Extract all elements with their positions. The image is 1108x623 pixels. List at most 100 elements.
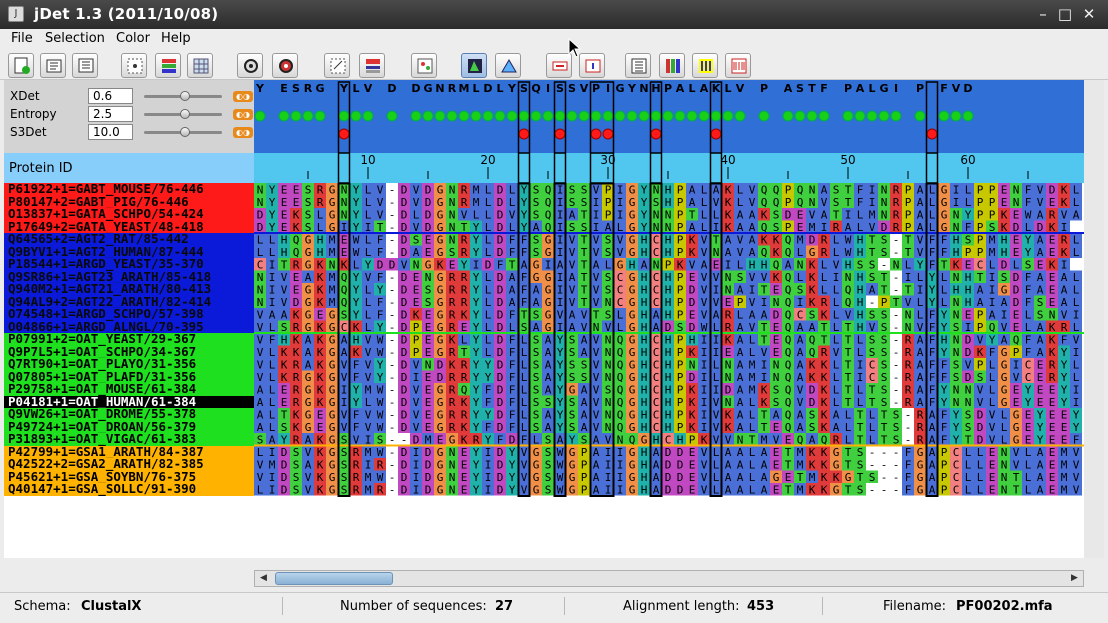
residue-letter: D (401, 196, 408, 209)
vertical-scrollbar[interactable] (1084, 80, 1104, 558)
tree-view-button[interactable] (495, 53, 521, 78)
palette-button[interactable] (411, 53, 437, 78)
protein-id-row[interactable]: P29758+1=OAT_MOUSE/61-384 (4, 383, 254, 396)
alignment-view[interactable]: NYEESRGNYLV-DVDGNRMLDLYSQISSVPIGYNHPALAK… (254, 183, 1084, 558)
new-file-button[interactable] (8, 53, 34, 78)
open-file-button[interactable] (40, 53, 66, 78)
protein-id-row[interactable]: Q9VW26+1=OAT_DROME/55-378 (4, 408, 254, 421)
protein-id-row[interactable]: Q07805+1=OAT_PLAFD/31-356 (4, 370, 254, 383)
protein-id-row[interactable]: P42799+1=GSA1_ARATH/84-387 (4, 445, 254, 458)
residue-letter: K (461, 309, 468, 322)
settings-gear-button[interactable] (272, 53, 298, 78)
protein-id-row[interactable]: P17649+2=GATA_YEAST/48-418 (4, 220, 254, 233)
residue-letter: K (809, 371, 816, 384)
maximize-button[interactable]: □ (1054, 3, 1076, 25)
s3det-slider-knob[interactable] (180, 127, 190, 137)
residue-letter: N (953, 396, 960, 409)
scroll-right-icon[interactable]: ▶ (1066, 571, 1083, 586)
residue-letter: I (413, 371, 420, 384)
residue-letter: L (269, 359, 276, 372)
consensus-letter: I (606, 82, 610, 95)
protein-id-row[interactable]: O04866+1=ARGD_ALNGL/70-395 (4, 320, 254, 333)
3d-view-button[interactable] (461, 53, 487, 78)
heatmap-button[interactable] (659, 53, 685, 78)
residue-letter: A (797, 421, 804, 434)
select-all-button[interactable] (121, 53, 147, 78)
protein-id-row[interactable]: P61922+1=GABT_MOUSE/76-446 (4, 183, 254, 196)
residue-letter: S (857, 459, 864, 472)
residue-letter: D (437, 359, 444, 372)
split-view-button[interactable] (359, 53, 385, 78)
protein-id-row[interactable]: P18544+1=ARGD_YEAST/35-370 (4, 258, 254, 271)
zoom-out-button[interactable] (324, 53, 350, 78)
protein-id-row[interactable]: P49724+1=OAT_DROAN/56-379 (4, 420, 254, 433)
xdet-slider-knob[interactable] (180, 91, 190, 101)
residue-letter: C (653, 246, 660, 259)
residue-letter: Y (473, 371, 480, 384)
protein-id-row[interactable]: Q9BYV1+1=AGT2_HUMAN/87-444 (4, 245, 254, 258)
residue-letter: G (437, 234, 444, 247)
scroll-left-icon[interactable]: ◀ (255, 571, 272, 586)
residue-letter: I (557, 209, 564, 222)
entropy-slider-knob[interactable] (180, 109, 190, 119)
minimize-button[interactable]: – (1032, 3, 1054, 25)
cursor-gear-button[interactable] (237, 53, 263, 78)
protein-id-row[interactable]: Q9SR86+1=AGT23_ARATH/85-418 (4, 270, 254, 283)
info-button[interactable] (579, 53, 605, 78)
residue-letter: E (773, 459, 780, 472)
protein-id-row[interactable]: Q94AL9+2=AGT22_ARATH/82-414 (4, 295, 254, 308)
grid-view-button[interactable] (187, 53, 213, 78)
menu-selection[interactable]: Selection (45, 31, 105, 46)
residue-letter: V (761, 271, 768, 284)
residue-letter: V (413, 421, 420, 434)
menu-help[interactable]: Help (161, 31, 191, 46)
logo-button[interactable] (692, 53, 718, 78)
protein-id-row[interactable]: P31893+1=OAT_VIGAC/61-383 (4, 433, 254, 446)
protein-id-row[interactable]: P80147+2=GABT_PIG/76-446 (4, 195, 254, 208)
group-separator (254, 232, 1084, 234)
xdet-field[interactable]: 0.6 (88, 88, 133, 104)
protein-id-row[interactable]: Q9P7L5+1=OAT_SCHPO/34-367 (4, 345, 254, 358)
protein-id-row[interactable]: P04181+1=OAT_HUMAN/61-384 (4, 395, 254, 408)
residue-letter: D (425, 471, 432, 484)
color-list-button[interactable] (155, 53, 181, 78)
residue-letter: K (1061, 246, 1068, 259)
list-button[interactable] (625, 53, 651, 78)
residue-letter: R (461, 371, 468, 384)
protein-id-row[interactable]: Q40147+1=GSA_SOLLC/91-390 (4, 483, 254, 496)
residue-letter: T (281, 409, 288, 422)
protein-id-row[interactable]: P07991+2=OAT_YEAST/29-367 (4, 333, 254, 346)
entropy-toggle-icon[interactable]: ◐◑ (233, 109, 253, 120)
residue-letter: - (389, 471, 396, 484)
protein-id-row[interactable]: O13837+1=GATA_SCHPO/54-424 (4, 208, 254, 221)
residue-letter: Y (521, 184, 528, 197)
residue-letter: S (869, 346, 876, 359)
scroll-thumb[interactable] (275, 572, 393, 585)
menu-color[interactable]: Color (116, 31, 150, 46)
protein-id-row[interactable]: O74548+1=ARGD_SCHPO/57-398 (4, 308, 254, 321)
residue-letter: V (749, 196, 756, 209)
menu-file[interactable]: File (11, 31, 33, 46)
xdet-toggle-icon[interactable]: ◐◑ (233, 91, 253, 102)
residue-letter: D (1013, 296, 1020, 309)
protein-id-row[interactable]: Q7RT90+1=OAT_PLAYO/31-356 (4, 358, 254, 371)
save-file-button[interactable] (72, 53, 98, 78)
consensus-letter: I (546, 82, 550, 95)
residue-letter: L (845, 421, 852, 434)
protein-id-row[interactable]: Q64565+2=AGT2_RAT/85-442 (4, 233, 254, 246)
entropy-field[interactable]: 2.5 (88, 106, 133, 122)
barcode-button[interactable] (725, 53, 751, 78)
xdet-circle (590, 110, 602, 122)
residue-letter: P (977, 196, 984, 209)
residue-letter: D (401, 421, 408, 434)
protein-id-row[interactable]: Q940M2+1=AGT21_ARATH/80-413 (4, 283, 254, 296)
s3det-toggle-icon[interactable]: ◐◑ (233, 127, 253, 138)
close-button[interactable]: ✕ (1078, 3, 1100, 25)
protein-id-row[interactable]: P45621+1=GSA_SOYBN/76-375 (4, 470, 254, 483)
s3det-field[interactable]: 10.0 (88, 124, 133, 140)
residue-letter: Y (1061, 359, 1068, 372)
horizontal-scrollbar[interactable]: ◀ ▶ (254, 570, 1084, 587)
residue-letter: V (761, 346, 768, 359)
protein-id-row[interactable]: Q42522+2=GSA2_ARATH/82-385 (4, 458, 254, 471)
residue-letter: T (845, 446, 852, 459)
